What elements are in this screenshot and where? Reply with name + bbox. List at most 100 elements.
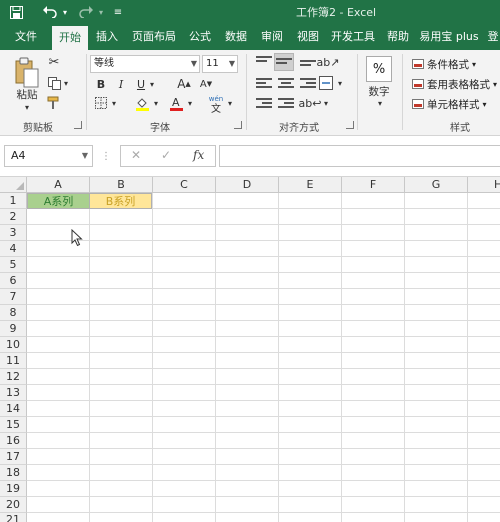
clipboard-launcher-icon[interactable] xyxy=(74,121,82,129)
column-header[interactable]: D xyxy=(216,177,279,193)
format-painter-icon[interactable] xyxy=(46,95,62,111)
tab-help[interactable]: 帮助 xyxy=(382,24,414,50)
row-header[interactable]: 7 xyxy=(0,289,27,305)
font-launcher-icon[interactable] xyxy=(234,121,242,129)
column-header[interactable]: F xyxy=(342,177,405,193)
column-header[interactable]: B xyxy=(90,177,153,193)
font-name-combo[interactable]: 等线 ▼ xyxy=(90,55,200,73)
merge-dropdown-icon[interactable]: ▾ xyxy=(336,76,344,90)
tab-formulas[interactable]: 公式 xyxy=(184,24,216,50)
phonetic-dropdown-icon[interactable]: ▾ xyxy=(226,96,234,110)
align-middle-button[interactable] xyxy=(274,53,294,71)
increase-font-size-icon[interactable]: A ▲ xyxy=(176,76,192,92)
row-header[interactable]: 13 xyxy=(0,385,27,401)
fill-color-icon[interactable] xyxy=(134,95,150,111)
decrease-font-size-icon[interactable]: A ▼ xyxy=(198,76,214,92)
fill-color-dropdown-icon[interactable]: ▾ xyxy=(152,96,160,110)
select-all-corner[interactable] xyxy=(0,177,27,193)
copy-icon[interactable] xyxy=(46,75,62,91)
underline-dropdown-icon[interactable]: ▾ xyxy=(148,76,156,92)
row-header[interactable]: 19 xyxy=(0,481,27,497)
column-header[interactable]: G xyxy=(405,177,468,193)
undo-dropdown-icon[interactable]: ▾ xyxy=(60,3,70,21)
merge-center-icon[interactable] xyxy=(318,75,334,91)
row-header[interactable]: 20 xyxy=(0,497,27,513)
row-header[interactable]: 2 xyxy=(0,209,27,225)
align-left-icon[interactable] xyxy=(256,78,272,92)
row-header[interactable]: 8 xyxy=(0,305,27,321)
conditional-formatting-button[interactable]: 条件格式 ▾ xyxy=(412,56,476,72)
redo-icon[interactable] xyxy=(76,3,96,21)
row-header[interactable]: 18 xyxy=(0,465,27,481)
font-size-combo[interactable]: 11 ▼ xyxy=(202,55,238,73)
paste-dropdown-icon[interactable]: ▾ xyxy=(22,102,32,112)
align-top-icon[interactable] xyxy=(256,56,272,70)
orientation-icon[interactable]: ab↗ xyxy=(317,53,340,71)
number-format-icon[interactable]: % xyxy=(366,56,392,82)
borders-icon[interactable] xyxy=(94,96,108,110)
column-header[interactable]: A xyxy=(27,177,90,193)
align-center-icon[interactable] xyxy=(278,78,294,92)
column-header[interactable]: H xyxy=(468,177,500,193)
cell-a1[interactable]: A系列 xyxy=(27,193,90,209)
align-right-icon[interactable] xyxy=(300,78,316,92)
font-color-dropdown-icon[interactable]: ▾ xyxy=(186,96,194,110)
wrap-dropdown-icon[interactable]: ▾ xyxy=(322,96,330,110)
undo-icon[interactable] xyxy=(40,3,60,21)
cut-icon[interactable]: ✂ xyxy=(46,54,62,70)
redo-dropdown-icon[interactable]: ▾ xyxy=(96,3,106,21)
column-header[interactable]: C xyxy=(153,177,216,193)
row-header[interactable]: 1 xyxy=(0,193,27,209)
row-header[interactable]: 11 xyxy=(0,353,27,369)
increase-indent-icon[interactable] xyxy=(278,98,294,112)
row-header[interactable]: 14 xyxy=(0,401,27,417)
row-header[interactable]: 17 xyxy=(0,449,27,465)
align-bottom-icon[interactable] xyxy=(300,60,316,74)
row-header[interactable]: 9 xyxy=(0,321,27,337)
tab-insert[interactable]: 插入 xyxy=(90,24,124,50)
underline-icon[interactable]: U xyxy=(134,76,148,92)
copy-dropdown-icon[interactable]: ▾ xyxy=(62,75,70,91)
tab-view[interactable]: 视图 xyxy=(292,24,324,50)
tab-developer[interactable]: 开发工具 xyxy=(328,24,378,50)
column-header[interactable]: E xyxy=(279,177,342,193)
row-header[interactable]: 5 xyxy=(0,257,27,273)
tab-yiyongbao-plus[interactable]: 易用宝 plus xyxy=(418,24,480,50)
save-icon[interactable] xyxy=(6,3,26,21)
tab-page-layout[interactable]: 页面布局 xyxy=(128,24,180,50)
cell-styles-button[interactable]: 单元格样式 ▾ xyxy=(412,96,487,112)
cancel-icon[interactable]: ✕ xyxy=(131,148,141,162)
formula-input[interactable] xyxy=(219,145,500,167)
format-as-table-button[interactable]: 套用表格格式 ▾ xyxy=(412,76,497,92)
row-header[interactable]: 4 xyxy=(0,241,27,257)
alignment-launcher-icon[interactable] xyxy=(346,121,354,129)
wrap-text-icon[interactable]: ab↩ xyxy=(299,95,322,111)
number-button[interactable]: 数字 xyxy=(362,84,396,98)
row-header[interactable]: 16 xyxy=(0,433,27,449)
customize-quick-access-icon[interactable]: ≡ xyxy=(112,3,124,21)
number-dropdown-icon[interactable]: ▾ xyxy=(375,98,385,108)
insert-function-icon[interactable]: fx xyxy=(193,148,204,162)
decrease-indent-icon[interactable] xyxy=(256,98,272,112)
cell-grid[interactable] xyxy=(27,193,500,522)
bold-icon[interactable]: B xyxy=(94,76,108,92)
row-header[interactable]: 15 xyxy=(0,417,27,433)
row-header[interactable]: 10 xyxy=(0,337,27,353)
tab-home[interactable]: 开始 xyxy=(52,26,88,50)
enter-icon[interactable]: ✓ xyxy=(161,148,171,162)
row-header[interactable]: 6 xyxy=(0,273,27,289)
tab-review[interactable]: 审阅 xyxy=(256,24,288,50)
phonetic-guide-icon[interactable]: 文 xyxy=(208,102,224,115)
row-header[interactable]: 21 xyxy=(0,513,27,522)
tab-data[interactable]: 数据 xyxy=(220,24,252,50)
tab-sign-in[interactable]: 登 xyxy=(486,24,500,50)
italic-icon[interactable]: I xyxy=(114,76,128,92)
row-header[interactable]: 3 xyxy=(0,225,27,241)
name-box[interactable]: A4 ▼ xyxy=(4,145,93,167)
cell-b1[interactable]: B系列 xyxy=(89,193,152,209)
tab-file[interactable]: 文件 xyxy=(8,24,44,50)
borders-dropdown-icon[interactable]: ▾ xyxy=(110,96,118,110)
font-color-icon[interactable]: A xyxy=(168,95,184,111)
paste-button[interactable]: 粘贴 xyxy=(12,87,42,101)
row-header[interactable]: 12 xyxy=(0,369,27,385)
